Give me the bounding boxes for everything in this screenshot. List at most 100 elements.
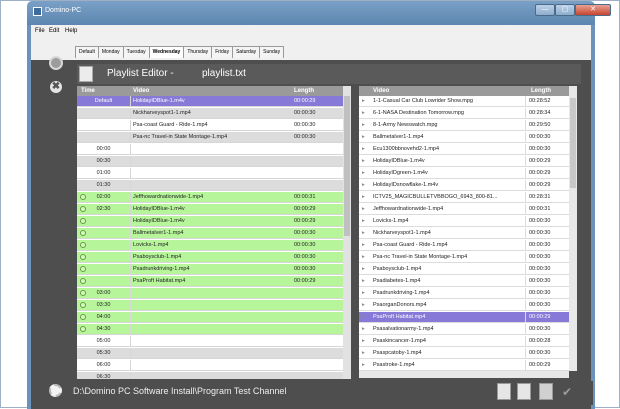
cell-length: 00:00:29 [294, 218, 316, 224]
col-time-header[interactable]: Time [81, 88, 95, 94]
tab-friday[interactable]: Friday [211, 46, 234, 58]
maximize-button[interactable]: ▢ [555, 4, 575, 16]
table-row[interactable]: 02:00 Jeffhowardnationwide-1.mp4 00:00:31 [77, 192, 343, 203]
cell-video: ICTV25_MAGICBULLETVBBOGO_6943_800-81... [373, 194, 498, 200]
cell-time: 06:30 [77, 372, 131, 379]
library-hscrollbar[interactable] [359, 371, 569, 378]
col-length-header[interactable]: Length [531, 88, 551, 94]
list-item[interactable]: ▸ PsaProft Habitat.mp4 00:00:29 [359, 312, 569, 323]
list-item[interactable]: ▸ Psasalvationarmy-1.mp4 00:00:30 [359, 324, 569, 335]
table-row[interactable]: Ballmetalver1-1.mp4 00:00:30 [77, 228, 343, 239]
tab-default[interactable]: Default [75, 46, 99, 58]
cell-length: 00:00:30 [525, 324, 550, 335]
menu-file[interactable]: File [35, 28, 45, 34]
table-row[interactable]: Psa-coast Guard - Ride-1.mp4 00:00:30 [77, 120, 343, 131]
table-row[interactable]: PsaProft Habitat.mp4 00:00:29 [77, 276, 343, 287]
tab-tuesday[interactable]: Tuesday [122, 46, 150, 58]
minimize-button[interactable]: — [535, 4, 555, 16]
playlist-icon [79, 66, 93, 82]
close-circle-icon[interactable]: ✖ [50, 81, 62, 93]
table-row[interactable]: 00:00 [77, 144, 343, 155]
close-button[interactable]: ✕ [575, 4, 611, 16]
cell-video: Psa-coast Guard - Ride-1.mp4 [133, 122, 208, 128]
list-item[interactable]: ▸ 6-1-NASA Destination Tomorrow.mpg 00:28:… [359, 108, 569, 119]
cell-time [77, 276, 131, 287]
cell-video: HolidayIDBlue-1.m4v [133, 218, 185, 224]
table-row[interactable]: 00:30 [77, 156, 343, 167]
table-row[interactable]: 02:30 HolidayIDBlue-1.m4v 00:00:29 [77, 204, 343, 215]
list-item[interactable]: ▸ Lovicks-1.mp4 00:00:30 [359, 216, 569, 227]
cell-length: 00:00:29 [525, 360, 550, 371]
list-item[interactable]: ▸ Nickharveyspot1-1.mp4 00:00:30 [359, 228, 569, 239]
tab-sunday[interactable]: Sunday [259, 46, 285, 58]
tab-saturday[interactable]: Saturday [232, 46, 261, 58]
col-length-header[interactable]: Length [294, 88, 314, 94]
table-row[interactable]: Default HolidayIDBlue-1.m4v 00:00:29 [77, 96, 343, 107]
table-row[interactable]: 04:30 [77, 324, 343, 335]
list-item[interactable]: ▸ Psadrunkdriving-1.mp4 00:00:30 [359, 288, 569, 299]
table-row[interactable]: 01:00 [77, 168, 343, 179]
table-row[interactable]: Psadrunkdriving-1.mp4 00:00:30 [77, 264, 343, 275]
day-tabs-row: Default Monday Tuesday Wednesday Thursda… [27, 40, 595, 60]
list-item[interactable]: ▸ 8-1-Army Newswatch.mpg 00:29:50 [359, 120, 569, 131]
schedule-scrollbar[interactable] [343, 86, 351, 379]
menu-edit[interactable]: Edit [49, 28, 59, 34]
list-item[interactable]: ▸ Psadiabetes-1.mp4 00:00:30 [359, 276, 569, 287]
list-item[interactable]: ▸ Psaboysclub-1.mp4 00:00:30 [359, 264, 569, 275]
table-row[interactable]: 01:30 [77, 180, 343, 191]
tab-wednesday[interactable]: Wednesday [148, 46, 185, 58]
save-icon[interactable] [539, 383, 553, 400]
list-item[interactable]: ▸ Ballmetalver1-1.mp4 00:00:30 [359, 132, 569, 143]
list-item[interactable]: ▸ PsaorganDonors.mp4 00:00:30 [359, 300, 569, 311]
cell-time: 05:30 [77, 348, 131, 359]
col-video-header[interactable]: Video [133, 88, 149, 94]
table-row[interactable]: Nickharveyspot1-1.mp4 00:00:30 [77, 108, 343, 119]
list-item[interactable]: ▸ Psastroke-1.mp4 00:00:29 [359, 360, 569, 371]
cell-length: 00:00:29 [294, 98, 316, 104]
list-item[interactable]: ▸ Jeffhowardnationwide-1.mp4 00:00:31 [359, 204, 569, 215]
list-item[interactable]: ▸ Psa-coast Guard - Ride-1.mp4 00:00:30 [359, 240, 569, 251]
table-row[interactable]: 03:30 [77, 300, 343, 311]
settings-icon[interactable] [49, 56, 63, 70]
list-item[interactable]: ▸ Psa-nc Travel-in State Montage-1.mp4 00:… [359, 252, 569, 263]
table-row[interactable]: 03:00 [77, 288, 343, 299]
scroll-thumb[interactable] [570, 98, 576, 188]
open-document-icon[interactable] [517, 383, 531, 400]
library-scrollbar[interactable] [569, 86, 577, 371]
table-row[interactable]: Psaboysclub-1.mp4 00:00:30 [77, 252, 343, 263]
cell-video: Psaskincancer-1.mp4 [373, 338, 426, 344]
table-row[interactable]: 04:00 [77, 312, 343, 323]
table-row[interactable]: 05:30 [77, 348, 343, 359]
cell-length: 00:00:30 [294, 134, 316, 140]
cell-video: Psadrunkdriving-1.mp4 [133, 266, 190, 272]
list-item[interactable]: ▸ Psaskincancer-1.mp4 00:00:28 [359, 336, 569, 347]
check-icon[interactable]: ✔ [562, 385, 576, 402]
library-table-header: Video Length [359, 86, 569, 96]
play-arrow-icon: ▸ [362, 266, 365, 272]
list-item[interactable]: ▸ HolidayIDsnowflake-1.m4v 00:00:29 [359, 180, 569, 191]
table-row[interactable]: Lovicks-1.mp4 00:00:30 [77, 240, 343, 251]
scroll-thumb[interactable] [344, 96, 350, 236]
list-item[interactable]: ▸ 1-1-Casual Car Club Lowrider Show.mpg 00… [359, 96, 569, 107]
cell-video: HolidayIDBlue-1.m4v [133, 98, 185, 104]
table-row[interactable]: HolidayIDBlue-1.m4v 00:00:29 [77, 216, 343, 227]
list-item[interactable]: ▸ ICTV25_MAGICBULLETVBBOGO_6943_800-81...… [359, 192, 569, 203]
cell-length: 00:00:30 [525, 252, 550, 263]
table-row[interactable]: 06:00 [77, 360, 343, 371]
cell-length: 00:00:29 [525, 168, 550, 179]
col-video-header[interactable]: Video [373, 88, 389, 94]
menu-help[interactable]: Help [65, 28, 77, 34]
list-item[interactable]: ▸ HolidayIDgreen-1.m4v 00:00:29 [359, 168, 569, 179]
gear-icon[interactable] [49, 384, 62, 397]
tab-monday[interactable]: Monday [97, 46, 124, 58]
table-row[interactable]: 06:30 [77, 372, 343, 379]
table-row[interactable]: 05:00 [77, 336, 343, 347]
list-item[interactable]: ▸ HolidayIDBlue-1.m4v 00:00:29 [359, 156, 569, 167]
app-icon [33, 7, 42, 16]
new-document-icon[interactable] [497, 383, 511, 400]
tab-thursday[interactable]: Thursday [183, 46, 213, 58]
table-row[interactable]: Psa-nc Travel-in State Montage-1.mp4 00:0… [77, 132, 343, 143]
list-item[interactable]: ▸ Psaspcatoby-1.mp4 00:00:30 [359, 348, 569, 359]
list-item[interactable]: ▸ Ecu1300bbnovehd2-1.mp4 00:00:30 [359, 144, 569, 155]
cell-video: 8-1-Army Newswatch.mpg [373, 122, 438, 128]
